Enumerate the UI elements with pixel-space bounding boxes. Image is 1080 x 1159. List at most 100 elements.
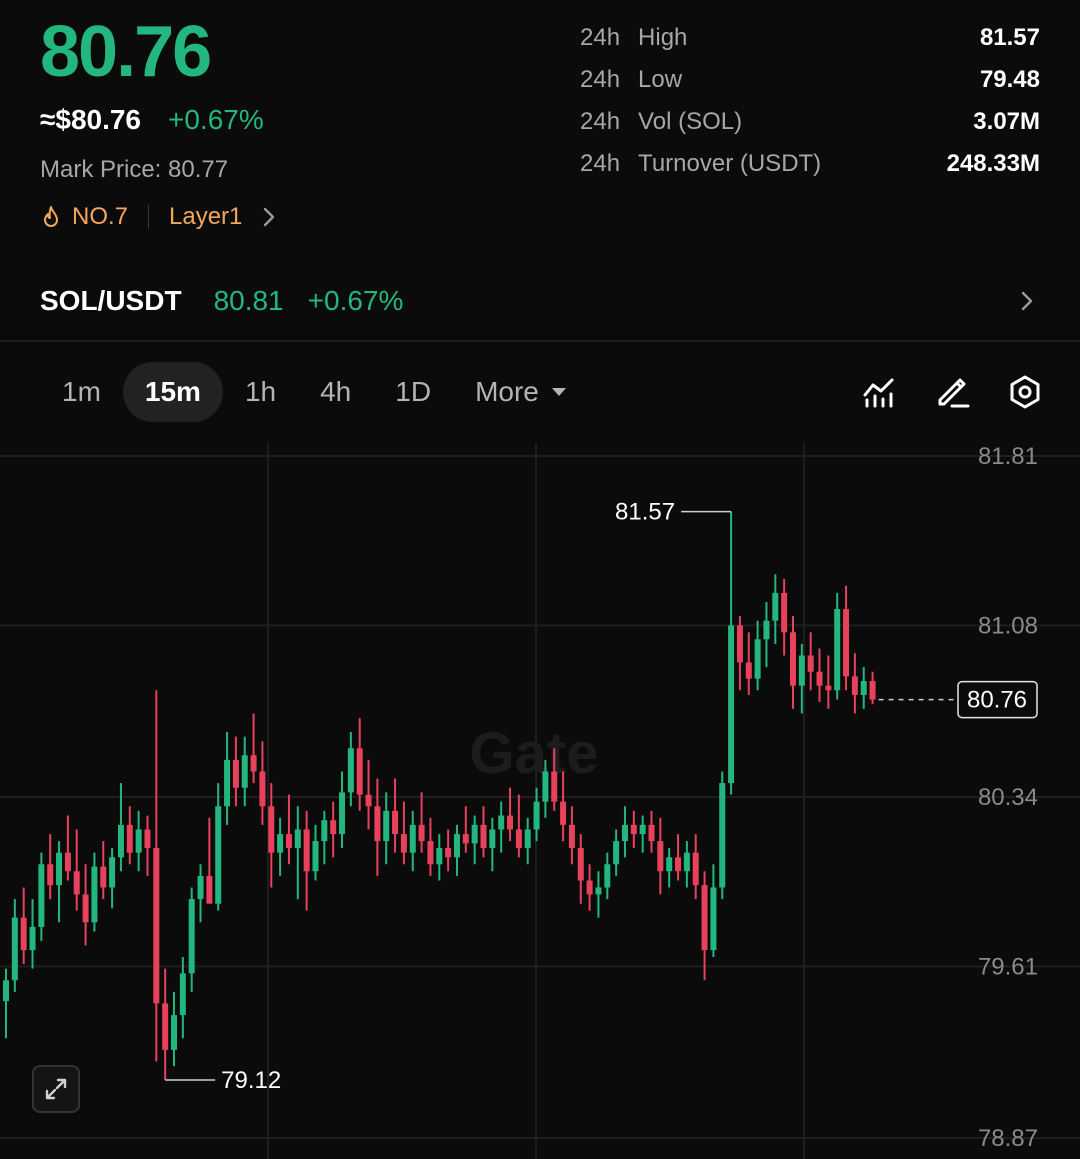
stat-value: 248.33M — [946, 150, 1040, 177]
watermark-logo: Gate — [470, 721, 599, 786]
candle-body — [843, 609, 850, 677]
high-marker-label: 81.57 — [615, 499, 675, 526]
candle-body — [232, 759, 239, 788]
candle-body — [409, 824, 416, 853]
candle-body — [630, 824, 637, 835]
candle-body — [82, 894, 89, 923]
candle-body — [781, 592, 788, 633]
candle-body — [807, 655, 814, 672]
candle-body — [135, 829, 142, 853]
candle-body — [38, 864, 45, 927]
candle-body — [339, 792, 346, 835]
candle-body — [745, 662, 752, 679]
tab-15m[interactable]: 15m — [122, 362, 223, 422]
tab-1m[interactable]: 1m — [40, 362, 123, 422]
usd-price: ≈$80.76 — [40, 104, 142, 135]
candle-body — [215, 806, 222, 904]
candle-body — [710, 887, 717, 951]
candle-body — [462, 834, 469, 844]
candle-body — [560, 801, 567, 825]
stat-label: High — [638, 24, 688, 51]
stat-row-volume: 24h Vol (SOL) 3.07M — [580, 106, 1040, 148]
stat-period: 24h — [580, 66, 621, 93]
stat-period: 24h — [580, 24, 621, 51]
candle-body — [789, 632, 796, 686]
candle-body — [153, 848, 160, 1004]
draw-icon[interactable] — [932, 372, 972, 412]
candle-body — [621, 824, 628, 842]
candle-body — [144, 829, 151, 849]
candle-body — [294, 829, 301, 849]
candle-body — [285, 834, 292, 849]
stat-label: Vol (SOL) — [638, 108, 743, 135]
chevron-right-icon[interactable] — [1018, 289, 1036, 313]
stat-label: Low — [638, 66, 683, 93]
settings-icon[interactable] — [1005, 372, 1045, 412]
candle-body — [126, 824, 133, 853]
candle-body — [533, 801, 540, 830]
pair-price: 80.81 — [213, 285, 284, 316]
stat-value: 79.48 — [979, 66, 1040, 93]
spot-pair-row[interactable]: SOL/USDT 80.81 +0.67% — [40, 283, 403, 319]
stat-row-turnover: 24h Turnover (USDT) 248.33M — [580, 148, 1040, 190]
change-percent: +0.67% — [168, 104, 264, 135]
low-marker-label: 79.12 — [221, 1067, 281, 1094]
stat-row-low: 24h Low 79.48 — [580, 64, 1040, 106]
candle-body — [383, 810, 390, 842]
candle-body — [834, 609, 841, 691]
stat-period: 24h — [580, 108, 621, 135]
candle-body — [692, 852, 699, 886]
candle-body — [851, 676, 858, 695]
candle-body — [551, 771, 558, 802]
candle-body — [524, 829, 531, 849]
candlestick-chart[interactable]: Gate 81.57 79.12 81.81 81.08 80.34 79.61 78.87 8… — [0, 443, 1080, 1159]
candle-body — [639, 824, 646, 835]
candle-body — [100, 866, 107, 888]
candle-body — [312, 841, 319, 872]
rank-tag[interactable]: NO.7 — [72, 203, 128, 231]
stat-period: 24h — [580, 150, 621, 177]
tab-1d[interactable]: 1D — [373, 362, 453, 422]
candle-body — [171, 1015, 178, 1050]
tag-row: NO.7 Layer1 — [40, 201, 276, 233]
candle-body — [109, 857, 116, 888]
pair-change: +0.67% — [307, 285, 404, 316]
current-price-label: 80.76 — [967, 687, 1027, 714]
candle-body — [595, 887, 602, 895]
candle-body — [701, 885, 708, 951]
candle-body — [427, 841, 434, 865]
candle-body — [586, 880, 593, 895]
candle-body — [763, 620, 770, 640]
sector-tag[interactable]: Layer1 — [169, 203, 242, 231]
stat-value: 3.07M — [973, 108, 1040, 135]
candle-body — [736, 625, 743, 663]
candle-body — [20, 917, 27, 951]
candle-body — [683, 852, 690, 872]
expand-chart-button[interactable] — [32, 1065, 80, 1113]
candle-body — [197, 875, 204, 900]
candle-body — [666, 857, 673, 872]
candle-body — [3, 980, 9, 1002]
tab-4h[interactable]: 4h — [298, 362, 373, 422]
candle-body — [719, 783, 726, 888]
candle-body — [515, 829, 522, 849]
tab-1h[interactable]: 1h — [223, 362, 298, 422]
chevron-right-icon[interactable] — [262, 206, 276, 228]
candle-body — [91, 866, 98, 923]
candle-body — [542, 771, 549, 802]
indicators-icon[interactable] — [859, 372, 899, 412]
candle-body — [250, 755, 257, 772]
candle-body — [356, 748, 363, 795]
candle-body — [825, 685, 832, 691]
candle-body — [400, 834, 407, 853]
candle-body — [869, 681, 876, 700]
pair-name: SOL/USDT — [40, 285, 182, 316]
candle-body — [162, 1003, 169, 1050]
candle-body — [268, 806, 275, 853]
more-dropdown[interactable]: More — [453, 362, 589, 422]
expand-icon — [45, 1078, 67, 1100]
candle-body — [754, 639, 761, 679]
candle-body — [206, 875, 213, 904]
candle-body — [365, 794, 372, 807]
candle-body — [330, 820, 337, 835]
